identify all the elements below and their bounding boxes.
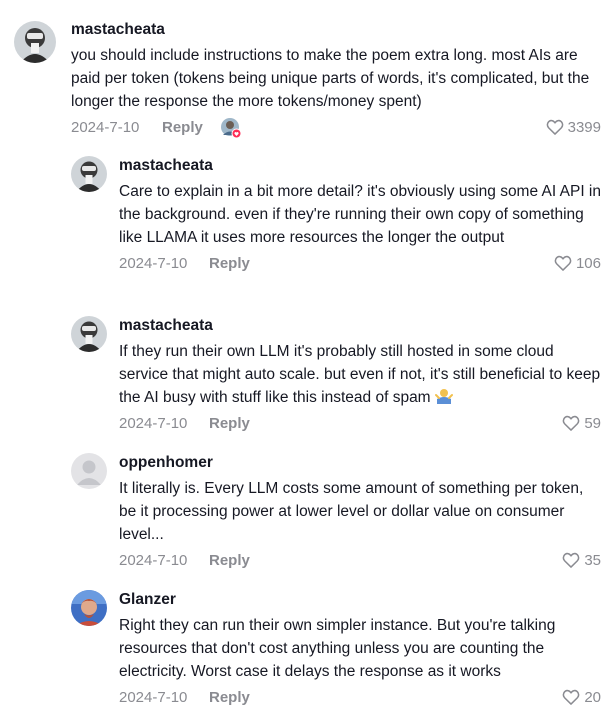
like-count: 3399 — [567, 118, 601, 136]
comment: Glanzer Right they can run their own sim… — [0, 574, 615, 719]
heart-icon — [554, 255, 572, 271]
comment-text-content: If they run their own LLM it's probably … — [119, 343, 601, 406]
avatar[interactable] — [71, 453, 107, 489]
like-button[interactable]: 59 — [561, 413, 601, 433]
comment-username[interactable]: mastacheata — [119, 316, 601, 336]
comment-meta: 2024-7-10 Reply 106 — [119, 253, 601, 275]
comment: oppenhomer It literally is. Every LLM co… — [0, 437, 615, 577]
comment-username[interactable]: mastacheata — [71, 20, 601, 40]
like-button[interactable]: 3399 — [545, 117, 601, 137]
comment: mastacheata If they run their own LLM it… — [0, 300, 615, 440]
like-count: 59 — [584, 414, 601, 432]
person-shrugging-emoji — [434, 388, 453, 404]
like-count: 20 — [584, 688, 601, 706]
comment-text: It literally is. Every LLM costs some am… — [119, 480, 584, 543]
comment-meta: 2024-7-10 Reply 35 — [119, 550, 601, 572]
like-button[interactable]: 35 — [561, 550, 601, 570]
reply-button[interactable]: Reply — [162, 119, 203, 136]
avatar-photo — [71, 316, 107, 352]
comment-text: Care to explain in a bit more detail? it… — [119, 183, 601, 246]
comment-date: 2024-7-10 — [119, 255, 188, 272]
comment-text: If they run their own LLM it's probably … — [119, 340, 601, 409]
reply-button[interactable]: Reply — [209, 552, 250, 569]
comment-meta: 2024-7-10 Reply 59 — [119, 413, 601, 435]
avatar-photo — [71, 590, 107, 626]
avatar[interactable] — [14, 21, 56, 63]
reply-button[interactable]: Reply — [209, 255, 250, 272]
comment-username[interactable]: mastacheata — [119, 156, 601, 176]
avatar-photo — [71, 156, 107, 192]
avatar-photo — [14, 21, 56, 63]
reply-button[interactable]: Reply — [209, 689, 250, 706]
comment-text: you should include instructions to make … — [71, 47, 590, 110]
comment-thread: mastacheata you should include instructi… — [0, 0, 615, 719]
avatar[interactable] — [71, 156, 107, 192]
creator-liked-badge — [220, 117, 242, 139]
heart-icon — [562, 415, 580, 431]
reply-button[interactable]: Reply — [209, 415, 250, 432]
comment-text: Right they can run their own simpler ins… — [119, 617, 556, 680]
comment-username[interactable]: Glanzer — [119, 590, 601, 610]
comment-meta: 2024-7-10 Reply 3399 — [71, 117, 601, 139]
like-button[interactable]: 20 — [561, 687, 601, 707]
heart-icon — [562, 552, 580, 568]
like-count: 35 — [584, 551, 601, 569]
heart-icon — [546, 119, 563, 135]
default-avatar-icon — [71, 453, 107, 489]
comment-date: 2024-7-10 — [119, 415, 188, 432]
avatar[interactable] — [71, 316, 107, 352]
comment-date: 2024-7-10 — [71, 119, 140, 136]
like-button[interactable]: 106 — [553, 253, 601, 273]
comment-date: 2024-7-10 — [119, 552, 188, 569]
like-count: 106 — [575, 254, 601, 272]
comment-username[interactable]: oppenhomer — [119, 453, 601, 473]
comment: mastacheata you should include instructi… — [0, 0, 615, 140]
avatar[interactable] — [71, 590, 107, 626]
comment: mastacheata Care to explain in a bit mor… — [0, 140, 615, 300]
heart-icon — [562, 689, 580, 705]
comment-meta: 2024-7-10 Reply 20 — [119, 687, 601, 709]
comment-date: 2024-7-10 — [119, 689, 188, 706]
